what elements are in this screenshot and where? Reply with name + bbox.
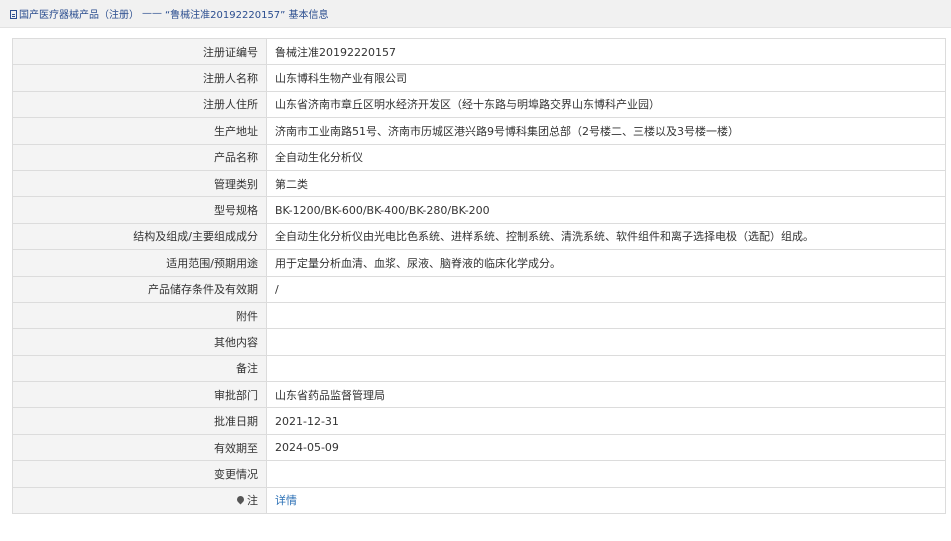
field-label: 生产地址 [12,117,267,145]
table-row: 型号规格 BK-1200/BK-600/BK-400/BK-280/BK-200 [12,196,946,224]
table-row-note: 注 详情 [12,486,946,515]
table-row: 适用范围/预期用途 用于定量分析血清、血浆、尿液、脑脊液的临床化学成分。 [12,249,946,277]
table-row: 备注 [12,354,946,383]
note-label: 注 [247,494,258,508]
field-label: 管理类别 [12,169,267,198]
table-row: 产品名称 全自动生化分析仪 [12,143,946,171]
field-value: 山东省药品监督管理局 [266,381,946,409]
field-label: 注册人名称 [12,64,267,92]
note-label-cell: 注 [12,486,267,515]
field-value: 济南市工业南路51号、济南市历城区港兴路9号博科集团总部（2号楼二、三楼以及3号… [266,117,946,145]
field-label: 产品储存条件及有效期 [12,275,267,303]
field-value: 全自动生化分析仪 [266,143,946,171]
table-row: 结构及组成/主要组成成分 全自动生化分析仪由光电比色系统、进样系统、控制系统、清… [12,222,946,251]
field-label: 型号规格 [12,196,267,224]
field-label: 审批部门 [12,381,267,409]
field-value: 山东省济南市章丘区明水经济开发区（经十东路与明埠路交界山东博科产业园） [266,90,946,119]
field-value [266,301,946,330]
field-value: BK-1200/BK-600/BK-400/BK-280/BK-200 [266,196,946,224]
pin-icon [235,494,246,505]
table-row: 变更情况 [12,460,946,488]
field-label: 适用范围/预期用途 [12,249,267,277]
breadcrumb: 国产医疗器械产品（注册） —— “鲁械注准20192220157” 基本信息 [0,0,951,28]
field-label: 有效期至 [12,433,267,462]
field-value: 2021-12-31 [266,407,946,435]
table-row: 其他内容 [12,328,946,356]
table-row: 注册证编号 鲁械注准20192220157 [12,37,946,66]
table-row: 生产地址 济南市工业南路51号、济南市历城区港兴路9号博科集团总部（2号楼二、三… [12,117,946,145]
breadcrumb-separator: —— [142,8,162,19]
field-label: 结构及组成/主要组成成分 [12,222,267,251]
field-value: 山东博科生物产业有限公司 [266,64,946,92]
details-link[interactable]: 详情 [275,494,297,507]
table-row: 管理类别 第二类 [12,169,946,198]
field-value: 第二类 [266,169,946,198]
field-value [266,354,946,383]
field-label: 其他内容 [12,328,267,356]
table-row: 产品储存条件及有效期 / [12,275,946,303]
note-value-cell: 详情 [266,486,946,515]
field-label: 注册人住所 [12,90,267,119]
field-label: 附件 [12,301,267,330]
field-label: 变更情况 [12,460,267,488]
field-value: / [266,275,946,303]
table-row: 批准日期 2021-12-31 [12,407,946,435]
field-label: 注册证编号 [12,37,267,66]
table-row: 注册人住所 山东省济南市章丘区明水经济开发区（经十东路与明埠路交界山东博科产业园… [12,90,946,119]
field-value [266,460,946,488]
document-icon [10,10,17,19]
field-value: 全自动生化分析仪由光电比色系统、进样系统、控制系统、清洗系统、软件组件和离子选择… [266,222,946,251]
breadcrumb-current: “鲁械注准20192220157” 基本信息 [165,10,329,21]
field-label: 备注 [12,354,267,383]
field-value [266,328,946,356]
table-row: 审批部门 山东省药品监督管理局 [12,381,946,409]
field-label: 产品名称 [12,143,267,171]
field-label: 批准日期 [12,407,267,435]
field-value: 用于定量分析血清、血浆、尿液、脑脊液的临床化学成分。 [266,249,946,277]
table-row: 有效期至 2024-05-09 [12,433,946,462]
table-row: 注册人名称 山东博科生物产业有限公司 [12,64,946,92]
table-row: 附件 [12,301,946,330]
breadcrumb-root-link[interactable]: 国产医疗器械产品（注册） [19,6,139,21]
field-value: 2024-05-09 [266,433,946,462]
device-info-table: 注册证编号 鲁械注准20192220157 注册人名称 山东博科生物产业有限公司… [12,37,946,515]
field-value: 鲁械注准20192220157 [266,37,946,66]
